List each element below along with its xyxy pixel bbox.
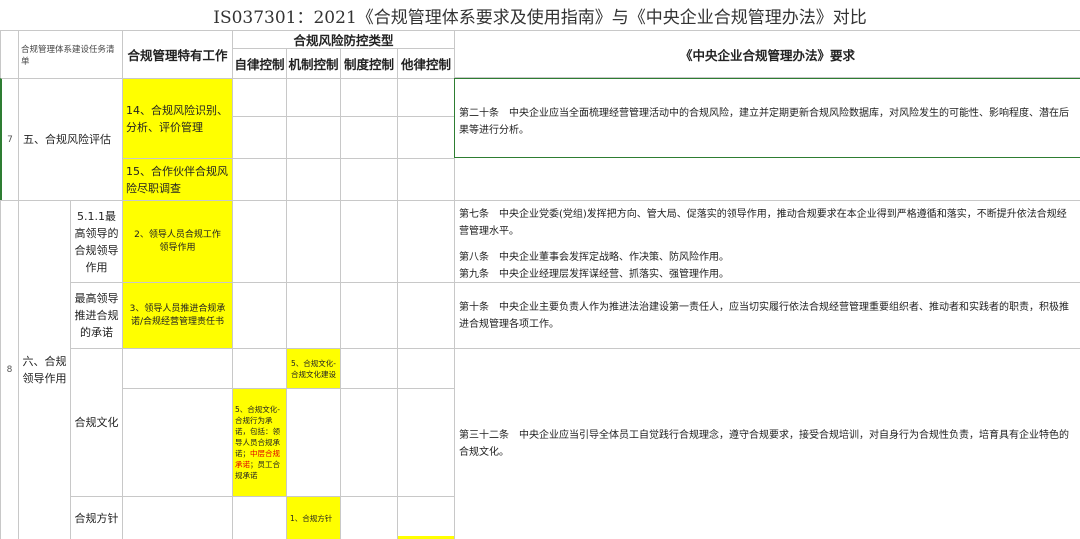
row-7-self-cell-2 [232, 116, 286, 158]
row-7-task-text: 五、合规风险评估 [23, 133, 111, 146]
row-7-mech-cell-1 [286, 78, 340, 116]
row-8-sub-1-mech [286, 200, 340, 282]
col-special-header: 合规管理特有工作 [122, 30, 232, 78]
law-article-8: 第八条 中央企业董事会发挥定战略、作决策、防风险作用。 [459, 252, 729, 263]
row-8-sub-3-ext-2 [397, 388, 454, 496]
row-8-sub-2-law: 第十条 中央企业主要负责人作为推进法治建设第一责任人，应当切实履行依法合规经营管… [454, 282, 1080, 348]
row-8-sub-3-special-2 [122, 388, 232, 496]
row-7-ext-cell-3 [397, 158, 454, 200]
row-8-number: 8 [0, 200, 18, 539]
law-article-10: 第十条 中央企业主要负责人作为推进法治建设第一责任人，应当切实履行依法合规经营管… [459, 301, 1069, 330]
row-8-sub-3-self-commitment: 5、合规文化-合规行为承诺，包括：领导人员合规承诺；中层合规承诺；员工合规承诺 [232, 388, 286, 496]
col-num-header [0, 30, 18, 78]
row-7-mech-cell-3 [286, 158, 340, 200]
law-article-32: 第三十二条 中央企业应当引导全体员工自觉践行合规理念，遵守合规要求，接受合规培训… [459, 430, 1069, 458]
row-7-ext-cell-2 [397, 116, 454, 158]
row-8-task-text: 六、合规领导作用 [22, 355, 67, 385]
row-8-sub-4-text: 合规方针 [74, 511, 119, 525]
row-8-sub-1-ext [397, 200, 454, 282]
type-external-label: 他律控制 [400, 57, 451, 72]
row-8-sub-3-mech-2 [286, 388, 340, 496]
title-text: IS037301：2021《合规管理体系要求及使用指南》与《中央企业合规管理办法… [213, 7, 867, 28]
row-8-sub-3-self-1 [232, 348, 286, 388]
row-8-sub-4-ext [397, 496, 454, 539]
row-8-sub-1-self [232, 200, 286, 282]
row-7-task: 五、合规风险评估 [18, 78, 122, 200]
page-title: IS037301：2021《合规管理体系要求及使用指南》与《中央企业合规管理办法… [0, 0, 1080, 30]
row-7-law-text[interactable]: 第二十条 中央企业应当全面梳理经营管理活动中的合规风险，建立并定期更新合规风险数… [454, 78, 1080, 158]
row-8-sub-4: 合规方针 [70, 496, 122, 539]
row-7-law-empty [454, 158, 1080, 200]
row-8-sub-1-law: 第七条 中央企业党委(党组)发挥把方向、管大局、促落实的领导作用，推动合规要求在… [454, 200, 1080, 282]
self-commitment-text: 5、合规文化-合规行为承诺，包括：领导人员合规承诺；中层合规承诺；员工合规承诺 [235, 404, 284, 481]
row-8-sub-3: 合规文化 [70, 348, 122, 496]
col-types-group-header: 合规风险防控类型 [232, 30, 454, 48]
row-8-sub-4-self [232, 496, 286, 539]
row-7-law-content: 第二十条 中央企业应当全面梳理经营管理活动中的合规风险，建立并定期更新合规风险数… [459, 108, 1069, 136]
row-7-num-text: 7 [7, 134, 13, 145]
row-8-sub-3-mech-culture: 5、合规文化-合规文化建设 [286, 348, 340, 388]
row-8-sub-1-item-text: 2、领导人员合规工作领导作用 [134, 229, 221, 253]
row-7-sys-cell-2 [340, 116, 397, 158]
col-law-header: 《中央企业合规管理办法》要求 [454, 30, 1080, 78]
row-8-sub-3-law: 第三十二条 中央企业应当引导全体员工自觉践行合规理念，遵守合规要求，接受合规培训… [454, 348, 1080, 539]
row-7-ext-cell-1 [397, 78, 454, 116]
row-7-mech-cell-2 [286, 116, 340, 158]
col-type-mechanism: 机制控制 [286, 48, 340, 78]
row-8-sub-2-item-text: 3、领导人员推进合规承诺/合规经营管理责任书 [129, 303, 226, 327]
row-7-item-1-text: 14、合规风险识别、分析、评价管理 [126, 103, 228, 134]
row-8-sub-4-special [122, 496, 232, 539]
col-type-external: 他律控制 [397, 48, 454, 78]
col-type-system: 制度控制 [340, 48, 397, 78]
type-mechanism-label: 机制控制 [288, 57, 339, 72]
row-8-sub-3-sys-1 [340, 348, 397, 388]
type-system-label: 制度控制 [343, 57, 394, 72]
row-8-sub-2-ext [397, 282, 454, 348]
row-8-sub-2-text: 最高领导推进合规的承诺 [74, 292, 119, 339]
row-8-sub-4-sys [340, 496, 397, 539]
row-8-sub-1-sys [340, 200, 397, 282]
col-tasks-label: 合规管理体系建设任务清单 [21, 44, 115, 67]
row-8-sub-3-special-1 [122, 348, 232, 388]
col-type-self: 自律控制 [232, 48, 286, 78]
row-7-item-1: 14、合规风险识别、分析、评价管理 [122, 78, 232, 158]
row-8-sub-1: 5.1.1最高领导的合规领导作用 [70, 200, 122, 282]
row-7-item-2-text: 15、合作伙伴合规风险尽职调查 [126, 164, 228, 195]
row-8-sub-2-sys [340, 282, 397, 348]
row-8-sub-2-self [232, 282, 286, 348]
row-8-num-text: 8 [6, 365, 13, 375]
row-8-sub-3-ext-1 [397, 348, 454, 388]
row-8-sub-2-mech [286, 282, 340, 348]
row-8-sub-2: 最高领导推进合规的承诺 [70, 282, 122, 348]
law-article-9: 第九条 中央企业经理层发挥谋经营、抓落实、强管理作用。 [459, 269, 729, 280]
row-8-sub-1-item: 2、领导人员合规工作领导作用 [122, 200, 232, 282]
row-7-item-2: 15、合作伙伴合规风险尽职调查 [122, 158, 232, 200]
type-self-label: 自律控制 [234, 57, 285, 72]
row-8-sub-3-text: 合规文化 [74, 416, 119, 429]
row-7-sys-cell-3 [340, 158, 397, 200]
row-7-self-cell-1 [232, 78, 286, 116]
row-8-task: 六、合规领导作用 [18, 200, 70, 539]
row-8-sub-3-sys-2 [340, 388, 397, 496]
policy-text: 1、合规方针 [290, 513, 333, 523]
row-7-number: 7 [0, 78, 18, 200]
law-article-7: 第七条 中央企业党委(党组)发挥把方向、管大局、促落实的领导作用，推动合规要求在… [459, 209, 1067, 237]
row-8-sub-2-item: 3、领导人员推进合规承诺/合规经营管理责任书 [122, 282, 232, 348]
col-special-label: 合规管理特有工作 [127, 48, 228, 63]
row-8-sub-1-text: 5.1.1最高领导的合规领导作用 [74, 209, 119, 274]
culture-building-text: 5、合规文化-合规文化建设 [291, 358, 336, 379]
col-tasks-header: 合规管理体系建设任务清单 [18, 30, 122, 78]
row-8-sub-4-mech-policy: 1、合规方针 [286, 496, 340, 539]
row-7-sys-cell-1 [340, 78, 397, 116]
row-7-self-cell-3 [232, 158, 286, 200]
col-types-group-label: 合规风险防控类型 [293, 33, 394, 48]
col-law-label: 《中央企业合规管理办法》要求 [679, 47, 855, 63]
